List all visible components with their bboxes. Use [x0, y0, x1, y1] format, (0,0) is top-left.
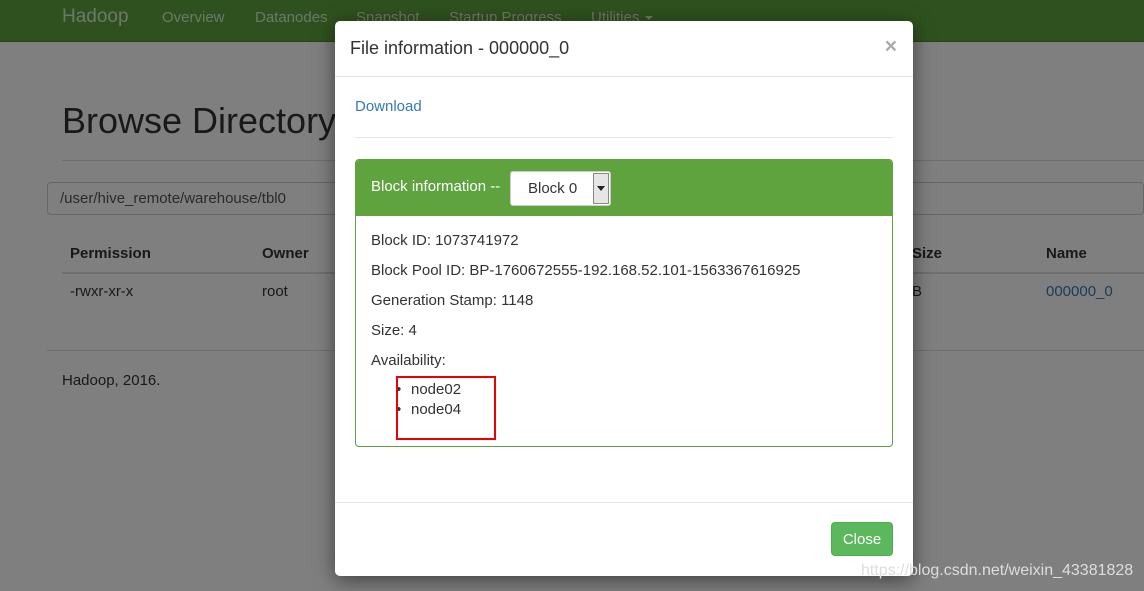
modal-title: File information - 000000_0 [350, 38, 570, 58]
modal-header: File information - 000000_0 × [335, 21, 913, 77]
availability-label: Availability: [371, 352, 446, 369]
close-button[interactable]: Close [831, 522, 893, 556]
close-icon[interactable]: × [885, 35, 897, 59]
block-size: Size: 4 [371, 322, 417, 339]
download-link[interactable]: Download [355, 98, 422, 115]
modal-footer-divider [335, 502, 913, 503]
panel-heading: Block information -- Block 0 [356, 160, 892, 216]
generation-stamp: Generation Stamp: 1148 [371, 292, 534, 309]
modal-body-divider [355, 137, 893, 138]
block-select-value: Block 0 [528, 180, 578, 197]
block-id: Block ID: 1073741972 [371, 232, 519, 249]
panel-heading-text: Block information -- [371, 178, 501, 195]
block-select[interactable]: Block 0 [510, 171, 611, 206]
annotation-highlight-box [396, 376, 496, 440]
watermark: https://blog.csdn.net/weixin_43381828 [861, 562, 1134, 579]
file-information-modal: File information - 000000_0 × Download B… [335, 21, 913, 576]
block-information-panel: Block information -- Block 0 Block ID: 1… [355, 159, 893, 447]
block-pool-id: Block Pool ID: BP-1760672555-192.168.52.… [371, 262, 801, 279]
dropdown-arrow-icon[interactable] [593, 173, 609, 204]
